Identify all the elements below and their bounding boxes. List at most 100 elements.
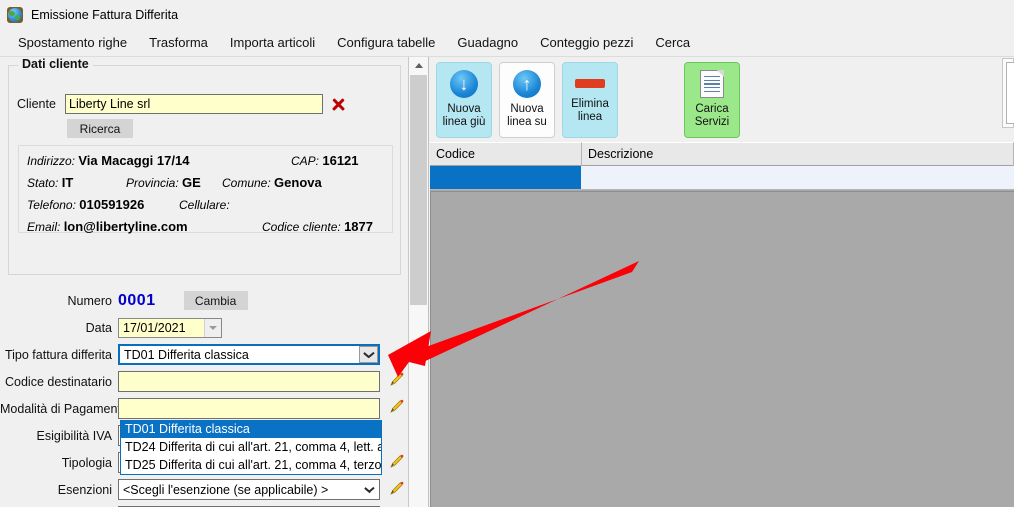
- window-titlebar: Emissione Fattura Differita: [0, 0, 1014, 29]
- tipologia-edit-pencil-icon[interactable]: [388, 453, 405, 470]
- indirizzo-value: Via Macaggi 17/14: [78, 153, 190, 168]
- elimina-linea-label-1: Elimina: [571, 98, 609, 110]
- modalita-pagamento-edit-pencil-icon[interactable]: [388, 398, 405, 415]
- menu-item-importa-articoli[interactable]: Importa articoli: [219, 31, 326, 54]
- scrollbar-up-button[interactable]: [409, 57, 428, 74]
- numero-label: Numero: [67, 293, 112, 308]
- stato-label: Stato:: [27, 176, 59, 190]
- provincia-value: GE: [182, 175, 201, 190]
- tipo-fattura-differita-dropdown-toggle[interactable]: [359, 346, 378, 363]
- carica-servizi-label-1: Carica: [695, 103, 729, 115]
- esigibilita-iva-label: Esigibilità IVA: [36, 428, 113, 443]
- grid-column-header-codice[interactable]: Codice: [430, 142, 582, 166]
- codice-cliente-value: 1877: [344, 219, 373, 234]
- grid-header-row: Codice Descrizione: [430, 142, 1014, 166]
- esenzioni-dropdown-toggle[interactable]: [360, 481, 378, 498]
- modalita-pagamento-input[interactable]: [118, 398, 380, 419]
- nuova-linea-su-label-2: linea su: [507, 116, 547, 128]
- nuova-linea-giu-button[interactable]: ↓ Nuova linea giù: [436, 62, 492, 138]
- esenzioni-edit-pencil-icon[interactable]: [388, 480, 405, 497]
- telefono-field: Telefono: 010591926: [27, 197, 144, 212]
- chevron-down-icon: [364, 352, 373, 357]
- cellulare-field: Cellulare:: [179, 197, 230, 212]
- nuova-linea-su-label-1: Nuova: [510, 103, 544, 115]
- nuova-linea-su-button[interactable]: ↑ Nuova linea su: [499, 62, 555, 138]
- dropdown-option-td24[interactable]: TD24 Differita di cui all'art. 21, comma…: [121, 438, 381, 456]
- left-form-panel: Dati cliente Cliente Ricerca Indirizzo: …: [0, 57, 409, 507]
- document-icon: [700, 70, 724, 98]
- menu-item-cerca[interactable]: Cerca: [644, 31, 701, 54]
- dati-cliente-title: Dati cliente: [18, 57, 93, 71]
- arrow-up-circle-icon: ↑: [513, 70, 541, 98]
- grid-cell-descrizione[interactable]: [581, 166, 1014, 189]
- data-datepicker[interactable]: 17/01/2021: [118, 317, 222, 338]
- dropdown-option-td01[interactable]: TD01 Differita classica: [121, 420, 381, 438]
- tipo-fattura-value: TD01 Differita classica: [124, 347, 249, 362]
- lines-toolbar: ↓ Nuova linea giù ↑ Nuova linea su Elimi…: [430, 57, 1014, 142]
- tipologia-label: Tipologia: [61, 455, 112, 470]
- dropdown-option-td25[interactable]: TD25 Differita di cui all'art. 21, comma…: [121, 456, 381, 474]
- codice-cliente-label: Codice cliente:: [262, 220, 341, 234]
- comune-label: Comune:: [222, 176, 271, 190]
- tipo-fattura-differita-combobox[interactable]: TD01 Differita classica: [118, 344, 380, 365]
- email-field: Email: lon@libertyline.com: [27, 219, 188, 234]
- modalita-pagamento-row: Modalità di Pagamento: [0, 395, 408, 422]
- provincia-field: Provincia: GE: [126, 175, 201, 190]
- cap-value: 16121: [322, 153, 359, 168]
- arrow-down-circle-icon: ↓: [450, 70, 478, 98]
- cellulare-label: Cellulare:: [179, 198, 230, 212]
- scrollbar-thumb[interactable]: [410, 75, 427, 305]
- cliente-details-box: Indirizzo: Via Macaggi 17/14 CAP: 16121 …: [18, 145, 393, 234]
- elimina-linea-button[interactable]: Elimina linea: [562, 62, 618, 138]
- data-label: Data: [85, 320, 112, 335]
- globe-icon: [7, 6, 23, 23]
- stato-value: IT: [61, 175, 74, 190]
- data-row: Data 17/01/2021: [0, 314, 408, 341]
- codice-destinatario-input[interactable]: [118, 371, 380, 392]
- left-panel-scrollbar[interactable]: [409, 57, 429, 507]
- data-value: 17/01/2021: [123, 320, 186, 335]
- numero-value: 0001: [118, 291, 156, 309]
- lines-grid: Codice Descrizione: [430, 142, 1014, 507]
- codice-destinatario-row: Codice destinatario: [0, 368, 408, 395]
- carica-servizi-button[interactable]: Carica Servizi: [684, 62, 740, 138]
- table-row[interactable]: [430, 166, 1014, 190]
- menu-item-configura-tabelle[interactable]: Configura tabelle: [326, 31, 446, 54]
- esenzioni-combobox[interactable]: <Scegli l'esenzione (se applicabile) >: [118, 479, 380, 500]
- clear-cliente-icon[interactable]: [330, 96, 346, 112]
- comune-value: Genova: [274, 175, 322, 190]
- cap-field: CAP: 16121: [291, 153, 359, 168]
- email-label: Email:: [27, 220, 61, 234]
- modalita-pagamento-label: Modalità di Pagamento: [0, 401, 128, 416]
- telefono-value: 010591926: [79, 197, 145, 212]
- extra-row: [0, 503, 408, 507]
- email-value: lon@libertyline.com: [63, 219, 188, 234]
- numero-row: Numero 0001 Cambia: [0, 287, 408, 314]
- esenzioni-label: Esenzioni: [57, 482, 112, 497]
- cambia-button[interactable]: Cambia: [183, 291, 248, 310]
- tipo-fattura-label: Tipo fattura differita: [4, 347, 112, 362]
- chevron-down-icon: [209, 325, 217, 330]
- codice-destinatario-edit-pencil-icon[interactable]: [388, 371, 405, 388]
- esenzioni-row: Esenzioni <Scegli l'esenzione (se applic…: [0, 476, 408, 503]
- stato-field: Stato: IT: [27, 175, 73, 190]
- menu-item-guadagno[interactable]: Guadagno: [446, 31, 529, 54]
- grid-cell-codice[interactable]: [430, 166, 581, 189]
- nuova-linea-giu-label-2: linea giù: [442, 116, 486, 128]
- codice-cliente-field: Codice cliente: 1877: [262, 219, 373, 234]
- menu-item-spostamento-righe[interactable]: Spostamento righe: [7, 31, 138, 54]
- cliente-label: Cliente: [17, 97, 56, 111]
- carica-servizi-label-2: Servizi: [694, 116, 730, 128]
- comune-field: Comune: Genova: [222, 175, 322, 190]
- tipo-fattura-differita-dropdown-list[interactable]: TD01 Differita classica TD24 Differita d…: [120, 420, 382, 475]
- window-title: Emissione Fattura Differita: [31, 7, 179, 22]
- grid-empty-area: [430, 191, 1014, 507]
- codice-destinatario-label: Codice destinatario: [4, 374, 112, 389]
- menu-item-conteggio-pezzi[interactable]: Conteggio pezzi: [529, 31, 644, 54]
- menu-item-trasforma[interactable]: Trasforma: [138, 31, 219, 54]
- cap-label: CAP:: [291, 154, 320, 168]
- cliente-input[interactable]: [65, 94, 323, 114]
- data-dropdown-toggle[interactable]: [204, 318, 221, 337]
- ricerca-button[interactable]: Ricerca: [67, 119, 133, 138]
- grid-column-header-descrizione[interactable]: Descrizione: [582, 142, 1014, 166]
